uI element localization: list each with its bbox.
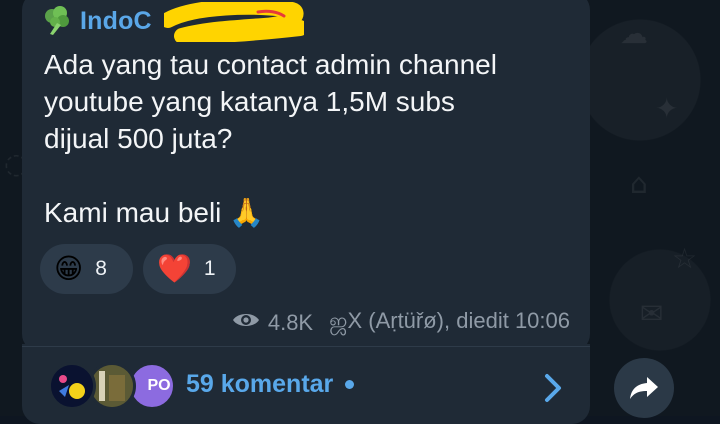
share-button[interactable] — [614, 358, 674, 418]
chevron-right-icon[interactable] — [538, 370, 568, 406]
grinning-face-icon: 😁 — [54, 252, 84, 285]
sender-name[interactable]: IndoC — [80, 7, 152, 36]
comments-label[interactable]: 59 komentar — [186, 370, 333, 399]
message-text: Ada yang tau contact admin channel youtu… — [44, 49, 497, 228]
reaction-count: 8 — [95, 257, 107, 280]
heart-icon: ❤️ — [157, 252, 192, 285]
redaction-mark — [164, 2, 304, 42]
share-icon — [630, 377, 658, 399]
doodle-icon: ⌂ — [630, 167, 648, 200]
footer-divider — [22, 346, 590, 347]
message-meta: 4.8K ஜX (Aṛtüřø), diedit 10:06 — [232, 308, 570, 337]
doodle-icon: ☆ — [672, 242, 698, 275]
avatar — [48, 362, 96, 410]
doodle-icon: ✦ — [655, 92, 679, 125]
avatar-initials: PO — [147, 377, 171, 394]
reaction-count: 1 — [203, 257, 216, 280]
sender-header[interactable]: IndoC — [42, 6, 152, 36]
comments-link[interactable]: 59 komentar — [186, 370, 355, 399]
eye-icon — [232, 310, 260, 336]
broccoli-icon — [42, 6, 72, 36]
reaction-heart[interactable]: ❤️ 1 — [143, 244, 236, 294]
author-and-time: ஜX (Aṛtüřø), diedit 10:06 — [329, 308, 570, 333]
unread-dot — [345, 380, 355, 389]
view-count: 4.8K — [267, 309, 314, 335]
reaction-grin[interactable]: 😁 8 — [40, 244, 133, 294]
doodle-icon: ✉ — [640, 297, 664, 330]
commenter-avatars[interactable]: PO — [48, 362, 178, 410]
doodle-icon: ☁ — [620, 17, 648, 50]
